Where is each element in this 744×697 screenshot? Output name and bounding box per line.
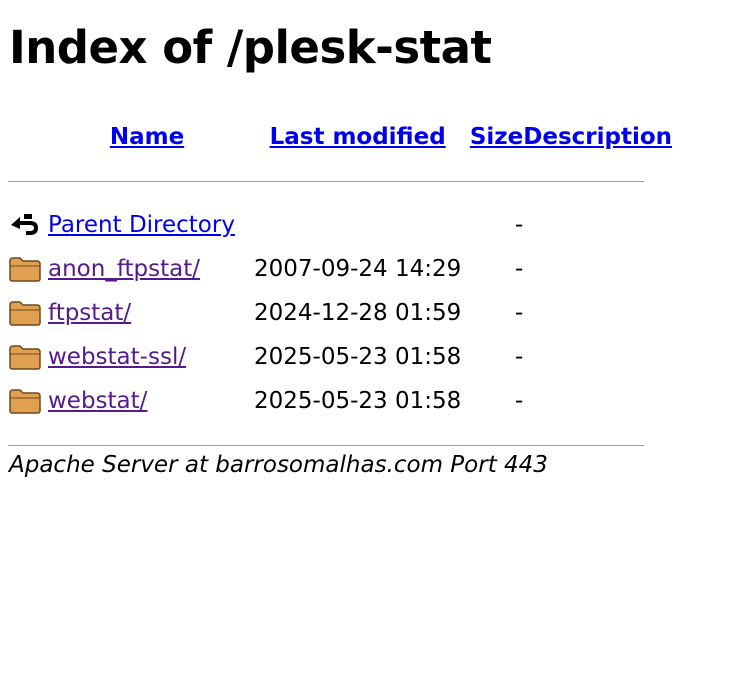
- table-row: anon_ftpstat/ 2007-09-24 14:29 -: [8, 247, 672, 291]
- entry-size-cell: -: [514, 256, 524, 282]
- entry-description-cell: [523, 291, 672, 335]
- directory-listing-table: Name Last modified Size Description Pare…: [8, 115, 672, 467]
- entry-name-cell: webstat-ssl/: [48, 335, 254, 379]
- sort-by-description-link[interactable]: Description: [523, 124, 672, 150]
- entry-description-cell: [523, 335, 672, 379]
- header-divider-row: [8, 159, 672, 203]
- icon-column-header: [8, 115, 48, 159]
- sort-by-name-link[interactable]: Name: [110, 124, 184, 150]
- folder-link-anon-ftpstat[interactable]: anon_ftpstat/: [48, 256, 200, 282]
- page-title: Index of /plesk-stat: [9, 21, 492, 74]
- description-column-header: Description: [523, 115, 672, 159]
- server-signature: Apache Server at barrosomalhas.com Port …: [9, 452, 548, 478]
- entry-size-cell: -: [514, 388, 524, 414]
- name-column-header: Name: [48, 115, 254, 159]
- table-row: Parent Directory -: [8, 203, 672, 247]
- sort-by-size-link[interactable]: Size: [470, 124, 523, 150]
- sort-by-last-modified-link[interactable]: Last modified: [270, 124, 446, 150]
- entry-size-cell: -: [514, 212, 524, 238]
- entry-date-cell: 2024-12-28 01:59: [254, 300, 462, 326]
- entry-name-cell: Parent Directory: [48, 203, 254, 247]
- entry-name-cell: ftpstat/: [48, 291, 254, 335]
- entry-date-cell: 2007-09-24 14:29: [254, 256, 462, 282]
- folder-icon: [8, 335, 48, 379]
- entry-name-cell: webstat/: [48, 379, 254, 423]
- folder-icon: [8, 291, 48, 335]
- parent-directory-link[interactable]: Parent Directory: [48, 212, 235, 238]
- folder-link-webstat-ssl[interactable]: webstat-ssl/: [48, 344, 186, 370]
- entry-description-cell: [523, 379, 672, 423]
- back-arrow-icon: [8, 203, 48, 247]
- table-row: webstat-ssl/ 2025-05-23 01:58 -: [8, 335, 672, 379]
- size-column-header: Size: [467, 115, 523, 159]
- table-header-row: Name Last modified Size Description: [8, 115, 672, 159]
- entry-date-cell: [254, 203, 467, 247]
- entry-name-cell: anon_ftpstat/: [48, 247, 254, 291]
- table-row: webstat/ 2025-05-23 01:58 -: [8, 379, 672, 423]
- entry-date-cell: 2025-05-23 01:58: [254, 344, 462, 370]
- folder-link-ftpstat[interactable]: ftpstat/: [48, 300, 131, 326]
- table-row: ftpstat/ 2024-12-28 01:59 -: [8, 291, 672, 335]
- entry-description-cell: [523, 247, 672, 291]
- last-modified-column-header: Last modified: [254, 115, 467, 159]
- folder-icon: [8, 247, 48, 291]
- folder-icon: [8, 379, 48, 423]
- folder-link-webstat[interactable]: webstat/: [48, 388, 147, 414]
- entry-size-cell: -: [514, 300, 524, 326]
- entry-size-cell: -: [514, 344, 524, 370]
- entry-description-cell: [523, 203, 672, 247]
- header-divider: [8, 159, 672, 203]
- entry-date-cell: 2025-05-23 01:58: [254, 388, 462, 414]
